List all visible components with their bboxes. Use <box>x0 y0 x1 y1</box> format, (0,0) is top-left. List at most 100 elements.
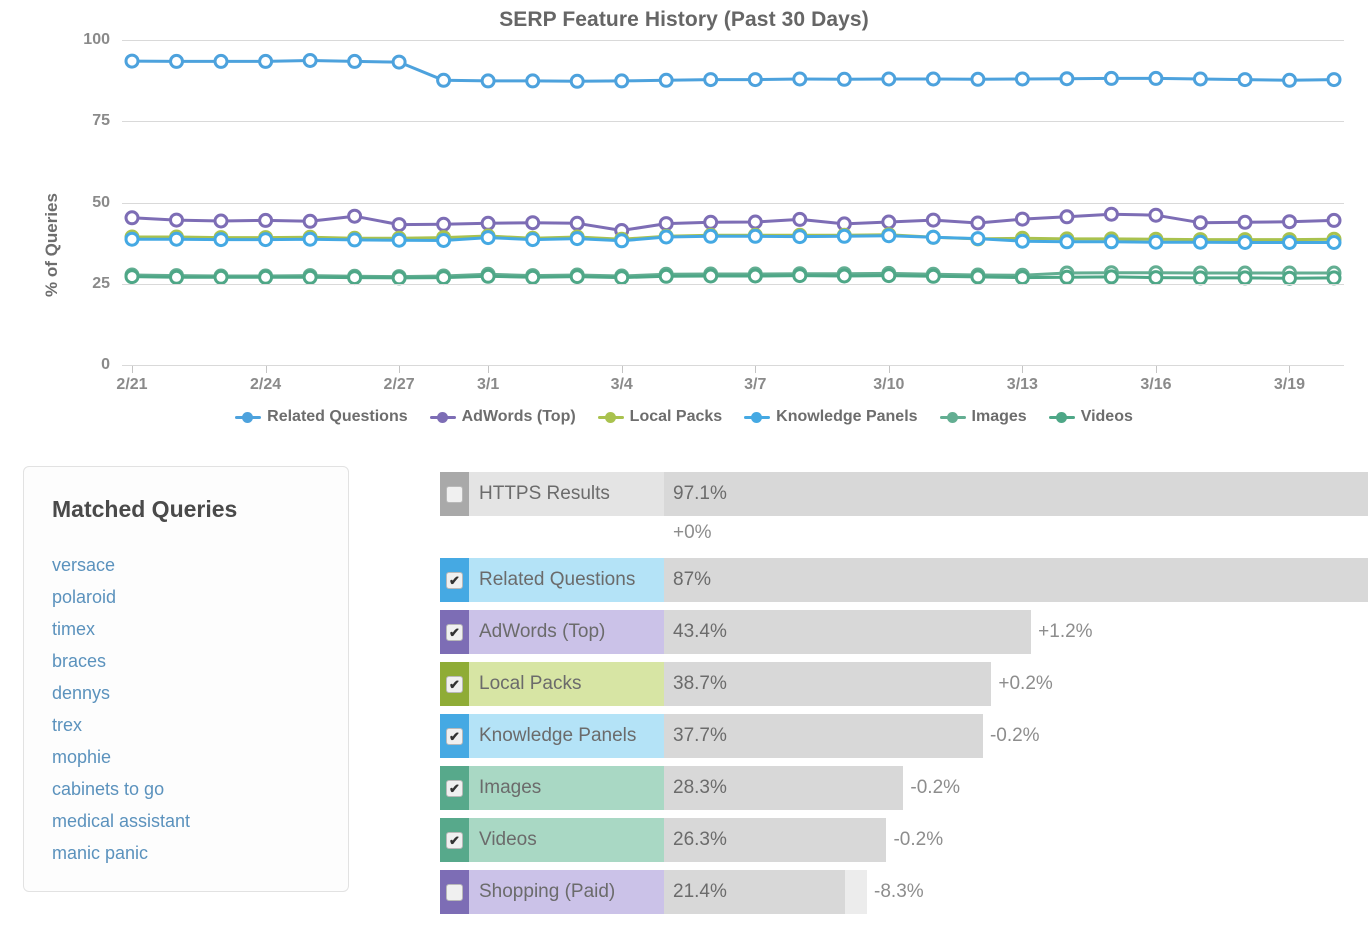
feature-bar: 28.3% <box>664 766 903 810</box>
x-tick-mark <box>399 366 400 373</box>
series-videos <box>126 270 1340 285</box>
feature-value: 87% <box>664 569 711 591</box>
feature-value: 21.4% <box>664 881 727 903</box>
feature-row-content: ✔ Knowledge Panels37.7% <box>440 714 983 758</box>
x-tick-mark <box>132 366 133 373</box>
feature-bar: 43.4% <box>664 610 1031 654</box>
matched-query-link[interactable]: versace <box>52 549 334 581</box>
feature-label: Shopping (Paid) <box>469 870 664 914</box>
legend-item-videos[interactable]: Videos <box>1049 408 1133 426</box>
y-tick-label: 25 <box>50 275 110 293</box>
chart-legend: Related Questions AdWords (Top) Local Pack… <box>0 408 1368 426</box>
feature-label: Local Packs <box>469 662 664 706</box>
x-tick-label: 2/27 <box>384 376 415 394</box>
legend-item-images[interactable]: Images <box>940 408 1027 426</box>
feature-row-content: ✔ Local Packs38.7% <box>440 662 991 706</box>
x-tick-mark <box>622 366 623 373</box>
x-tick-mark <box>1156 366 1157 373</box>
serp-history-line-chart: % of Queries 0255075100 2/212/242/273/13… <box>0 40 1368 440</box>
x-tick-mark <box>1289 366 1290 373</box>
feature-bar: 38.7% <box>664 662 991 706</box>
feature-row-local-packs: ✔Local Packs38.7%+0.2% <box>440 662 1340 706</box>
feature-toggle-related-questions[interactable]: ✔ <box>440 558 469 602</box>
y-tick-label: 0 <box>50 356 110 374</box>
gridline <box>122 365 1344 366</box>
feature-bar: 97.1% <box>664 472 1368 516</box>
checkbox-checked-icon: ✔ <box>446 624 463 641</box>
checkbox-checked-icon: ✔ <box>446 780 463 797</box>
legend-marker-icon <box>744 411 770 423</box>
matched-query-link[interactable]: trex <box>52 709 334 741</box>
feature-value: 43.4% <box>664 621 727 643</box>
x-axis-ticks: 2/212/242/273/13/43/73/103/133/163/19 <box>122 370 1344 400</box>
matched-query-link[interactable]: braces <box>52 645 334 677</box>
y-axis-ticks: 0255075100 <box>46 40 110 365</box>
feature-bar-change-segment <box>845 870 867 914</box>
legend-item-related-questions[interactable]: Related Questions <box>235 408 407 426</box>
gridline <box>122 203 1344 204</box>
checkbox-checked-icon: ✔ <box>446 676 463 693</box>
x-tick-label: 3/4 <box>611 376 633 394</box>
feature-toggle-adwords-top[interactable]: ✔ <box>440 610 469 654</box>
feature-value: 26.3% <box>664 829 727 851</box>
checkbox-checked-icon: ✔ <box>446 728 463 745</box>
matched-queries-list: versacepolaroidtimexbracesdennystrexmoph… <box>52 549 334 869</box>
x-tick-label: 3/1 <box>477 376 499 394</box>
feature-row-content: ✔Related Questions87% <box>440 558 1368 602</box>
feature-row-shopping-paid: Shopping (Paid)21.4%-8.3% <box>440 870 1340 914</box>
checkbox-checked-icon: ✔ <box>446 832 463 849</box>
gridline <box>122 121 1344 122</box>
x-tick-mark <box>1022 366 1023 373</box>
feature-label: Videos <box>469 818 664 862</box>
feature-delta: +1.2% <box>1031 610 1092 654</box>
feature-bar: 37.7% <box>664 714 983 758</box>
gridline <box>122 284 1344 285</box>
feature-toggle-local-packs[interactable]: ✔ <box>440 662 469 706</box>
matched-query-link[interactable]: timex <box>52 613 334 645</box>
x-tick-label: 3/10 <box>873 376 904 394</box>
matched-query-link[interactable]: polaroid <box>52 581 334 613</box>
feature-row-images: ✔Images28.3%-0.2% <box>440 766 1340 810</box>
checkbox-checked-icon: ✔ <box>446 572 463 589</box>
feature-toggle-knowledge-panels[interactable]: ✔ <box>440 714 469 758</box>
y-tick-label: 75 <box>50 112 110 130</box>
feature-toggle-shopping-paid[interactable] <box>440 870 469 914</box>
feature-row-content: Shopping (Paid)21.4% <box>440 870 867 914</box>
serp-feature-dashboard: SERP Feature History (Past 30 Days) % of… <box>0 0 1368 950</box>
feature-row-knowledge-panels: ✔ Knowledge Panels37.7% -0.2% <box>440 714 1340 758</box>
checkbox-unchecked-icon <box>446 884 463 901</box>
x-tick-label: 3/7 <box>744 376 766 394</box>
legend-marker-icon <box>1049 411 1075 423</box>
matched-query-link[interactable]: cabinets to go <box>52 773 334 805</box>
legend-label: Local Packs <box>630 408 723 426</box>
matched-query-link[interactable]: dennys <box>52 677 334 709</box>
matched-query-link[interactable]: manic panic <box>52 837 334 869</box>
feature-delta: -0.2% <box>983 714 1040 758</box>
y-tick-label: 50 <box>50 194 110 212</box>
series-related-questions <box>126 55 1340 88</box>
gridline <box>122 40 1344 41</box>
feature-value: 28.3% <box>664 777 727 799</box>
matched-query-link[interactable]: medical assistant <box>52 805 334 837</box>
feature-toggle-https-results[interactable] <box>440 472 469 516</box>
chart-plot-area <box>122 40 1344 365</box>
feature-toggle-videos[interactable]: ✔ <box>440 818 469 862</box>
feature-label: Knowledge Panels <box>469 714 664 758</box>
x-tick-mark <box>266 366 267 373</box>
feature-value: 37.7% <box>664 725 727 747</box>
checkbox-unchecked-icon <box>446 486 463 503</box>
y-tick-label: 100 <box>50 31 110 49</box>
x-tick-label: 3/19 <box>1274 376 1305 394</box>
legend-label: Images <box>972 408 1027 426</box>
x-tick-label: 3/16 <box>1140 376 1171 394</box>
feature-delta: -0.2% <box>886 818 943 862</box>
matched-query-link[interactable]: mophie <box>52 741 334 773</box>
legend-item-knowledge-panels[interactable]: Knowledge Panels <box>744 408 917 426</box>
feature-label: Images <box>469 766 664 810</box>
feature-value: 38.7% <box>664 673 727 695</box>
feature-row-content: ✔AdWords (Top)43.4% <box>440 610 1031 654</box>
legend-marker-icon <box>430 411 456 423</box>
feature-toggle-images[interactable]: ✔ <box>440 766 469 810</box>
legend-item-local-packs[interactable]: Local Packs <box>598 408 723 426</box>
legend-item-adwords-top[interactable]: AdWords (Top) <box>430 408 576 426</box>
